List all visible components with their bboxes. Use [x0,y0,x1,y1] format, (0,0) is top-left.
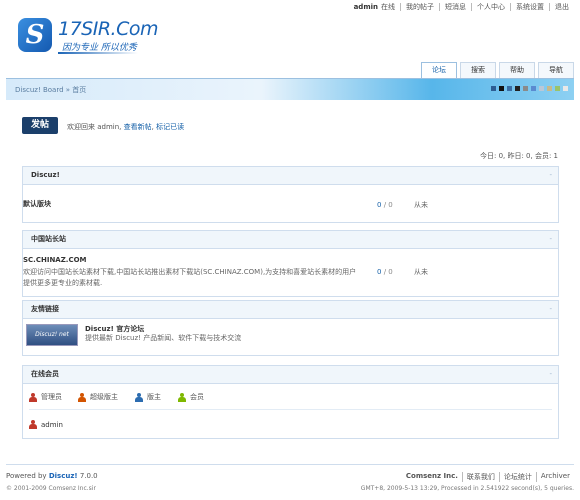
online-member[interactable]: admin [29,420,63,429]
forum-counts: 0 / 0 [377,201,393,209]
legend-member: 会员 [178,392,204,402]
footer-divider [6,464,574,465]
powered-name[interactable]: Discuz! [49,472,78,480]
category-title: 在线会员 [31,370,59,378]
forum-name[interactable]: 默认版块 [23,199,51,209]
style-swatch-4[interactable] [523,86,528,91]
style-swatch-7[interactable] [547,86,552,91]
legend-label: 管理员 [41,393,62,401]
contact-link[interactable]: 联系我们 [461,472,499,482]
collapse-icon[interactable]: - [549,301,552,318]
style-swatch-5[interactable] [531,86,536,91]
category-header[interactable]: 友情链接 - [23,301,558,319]
forum-name[interactable]: SC.CHINAZ.COM [23,256,87,264]
collapse-icon[interactable]: - [549,231,552,248]
forum-description-line1: 欢迎访问中国站长站素材下载,中国站长站推出素材下载站(SC.CHINAZ.COM… [23,268,357,276]
forum-stats: 今日: 0, 昨日: 0, 会员: 1 [479,152,558,160]
category-discuz: Discuz! - 默认版块 0 / 0 从未 [22,166,559,223]
category-chinaz: 中国站长站 - SC.CHINAZ.COM 欢迎访问中国站长站素材下载,中国站长… [22,230,559,297]
powered-by: Powered by Discuz! 7.0.0 [6,472,98,480]
member-icon [178,392,186,402]
style-swatch-6[interactable] [539,86,544,91]
category-header[interactable]: 中国站长站 - [23,231,558,249]
view-new-posts-link[interactable]: 查看新帖 [124,123,152,131]
divider [29,409,552,410]
tab-navigation[interactable]: 导航 [538,62,574,78]
logo-brand-text: 17SIR.Com [58,18,158,40]
admin-user-icon [29,392,37,402]
tab-help[interactable]: 帮助 [499,62,535,78]
legend-label: 版主 [147,393,161,401]
comsenz-link[interactable]: Comsenz Inc. [402,472,462,482]
breadcrumb-bar: Discuz! Board » 首页 [6,78,574,100]
last-post: 从未 [414,201,428,209]
current-user[interactable]: admin [354,3,381,11]
new-post-button[interactable]: 发帖 [22,117,58,134]
online-status-link[interactable]: 在线 [381,3,400,11]
link-description: 提供最新 Discuz! 产品新闻、软件下载与技术交流 [85,334,242,342]
super-moderator-icon [78,392,86,402]
category-title: 友情链接 [31,305,59,313]
tab-forum[interactable]: 论坛 [421,62,457,78]
legend-admin: 管理员 [29,392,62,402]
legend-label: 会员 [190,393,204,401]
messages-link[interactable]: 短消息 [439,2,471,11]
member-name[interactable]: admin [41,421,63,429]
style-swatch-0[interactable] [491,86,496,91]
mark-read-link[interactable]: 标记已读 [156,123,184,131]
category-title: 中国站长站 [31,235,66,243]
post-count: 0 [388,201,393,209]
moderator-icon [135,392,143,402]
style-swatch-3[interactable] [515,86,520,91]
processed-info: GMT+8, 2009-5-13 13:29, Processed in 2.5… [360,485,574,492]
collapse-icon[interactable]: - [549,167,552,184]
logout-link[interactable]: 退出 [549,2,574,11]
main-nav-tabs: 论坛 搜索 帮助 导航 [421,62,574,78]
style-swatch-2[interactable] [507,86,512,91]
last-post: 从未 [414,268,428,276]
powered-prefix: Powered by [6,472,47,480]
category-header[interactable]: 在线会员 - [23,366,558,384]
powered-version: 7.0.0 [79,472,98,480]
forum-description-line2: 提供更多更专业的素材载. [23,279,103,287]
archiver-link[interactable]: Archiver [535,472,574,482]
welcome-text: 欢迎回来 admin, [67,123,122,131]
admin-user-icon [29,420,37,429]
discuz-link-logo[interactable]: Discuz! net [26,324,78,346]
site-logo[interactable]: S 17SIR.Com 因为专业 所以优秀 [18,16,158,56]
friend-links-section: 友情链接 - Discuz! net Discuz! 官方论坛 提供最新 Dis… [22,300,559,356]
welcome-message: 欢迎回来 admin, 查看新帖, 标记已读 [67,123,185,131]
forum-counts: 0 / 0 [377,268,393,276]
logo-s-icon: S [18,18,52,52]
copyright: © 2001-2009 Comsenz Inc.sir [6,485,96,492]
my-posts-link[interactable]: 我的帖子 [400,2,439,11]
logo-underline [58,52,138,54]
legend-moderator: 版主 [135,392,161,402]
footer-links: Comsenz Inc. 联系我们 论坛统计 Archiver [402,472,574,482]
online-members-section: 在线会员 - 管理员 超级版主 版主 会员 admin [22,365,559,439]
stats-link[interactable]: 论坛统计 [498,472,536,482]
style-swatch-9[interactable] [563,86,568,91]
top-user-bar: admin 在线 我的帖子 短消息 个人中心 系统设置 退出 [354,0,574,13]
collapse-icon[interactable]: - [549,366,552,383]
style-swatch-8[interactable] [555,86,560,91]
category-title: Discuz! [31,171,60,179]
user-center-link[interactable]: 个人中心 [471,2,510,11]
legend-super-moderator: 超级版主 [78,392,118,402]
style-swatch-1[interactable] [499,86,504,91]
style-switcher [491,86,568,91]
settings-link[interactable]: 系统设置 [510,2,549,11]
breadcrumb[interactable]: Discuz! Board » 首页 [15,85,86,95]
post-count: 0 [388,268,393,276]
category-header[interactable]: Discuz! - [23,167,558,185]
tab-search[interactable]: 搜索 [460,62,496,78]
legend-label: 超级版主 [90,393,118,401]
